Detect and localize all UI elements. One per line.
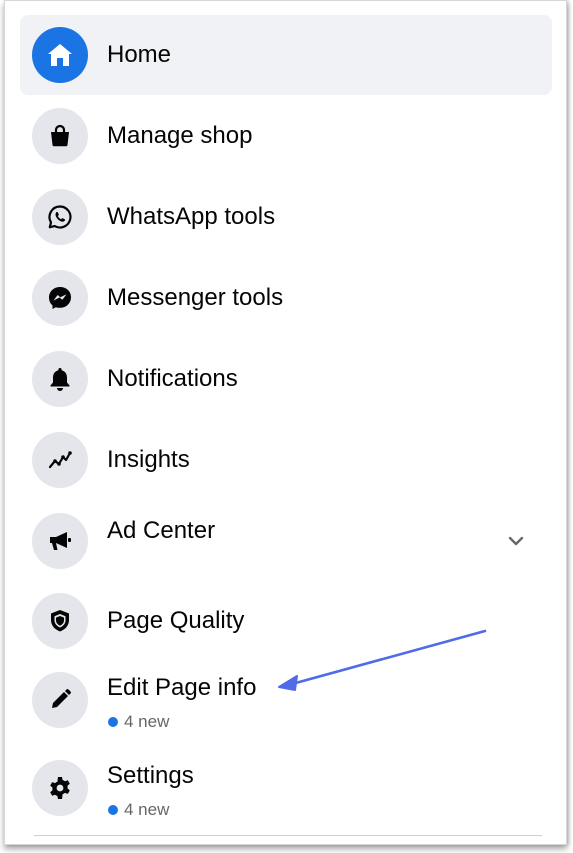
shopping-bag-icon: [32, 108, 88, 164]
nav-item-label: Home: [107, 41, 172, 68]
nav-item-home[interactable]: Home: [20, 15, 552, 95]
nav-item-whatsapp-tools[interactable]: WhatsApp tools: [20, 177, 552, 257]
notification-dot: [108, 717, 118, 727]
nav-item-label: Messenger tools: [107, 284, 284, 311]
nav-item-edit-page-info[interactable]: Edit Page info 4 new: [20, 660, 552, 740]
nav-item-manage-shop[interactable]: Manage shop: [20, 96, 552, 176]
new-items-badge: 4 new: [108, 800, 169, 820]
new-items-badge: 4 new: [108, 712, 169, 732]
badge-text: 4 new: [124, 800, 170, 819]
home-icon: [32, 27, 88, 83]
nav-item-label: Manage shop: [107, 122, 253, 149]
badge-text: 4 new: [124, 712, 170, 731]
nav-item-messenger-tools[interactable]: Messenger tools: [20, 258, 552, 338]
nav-item-label: Edit Page info: [107, 674, 257, 701]
navigation-panel: Home Manage shop WhatsApp tools Messenge…: [4, 0, 567, 845]
nav-item-label: WhatsApp tools: [107, 203, 276, 230]
nav-item-ad-center[interactable]: Ad Center: [20, 501, 552, 581]
nav-item-label: Insights: [107, 446, 190, 473]
nav-item-notifications[interactable]: Notifications: [20, 339, 552, 419]
nav-item-label: Ad Center: [107, 517, 216, 544]
bell-icon: [32, 351, 88, 407]
nav-item-settings[interactable]: Settings 4 new: [20, 748, 552, 828]
shield-icon: [32, 593, 88, 649]
messenger-icon: [32, 270, 88, 326]
pencil-icon: [32, 672, 88, 728]
whatsapp-icon: [32, 189, 88, 245]
nav-item-label: Settings: [107, 762, 194, 789]
nav-item-label: Page Quality: [107, 607, 245, 634]
chevron-down-icon[interactable]: [506, 531, 526, 551]
megaphone-icon: [32, 513, 88, 569]
nav-item-insights[interactable]: Insights: [20, 420, 552, 500]
nav-item-page-quality[interactable]: Page Quality: [20, 581, 552, 661]
nav-item-label: Notifications: [107, 365, 238, 392]
insights-icon: [32, 432, 88, 488]
section-divider: [34, 835, 542, 836]
notification-dot: [108, 805, 118, 815]
gear-icon: [32, 760, 88, 816]
